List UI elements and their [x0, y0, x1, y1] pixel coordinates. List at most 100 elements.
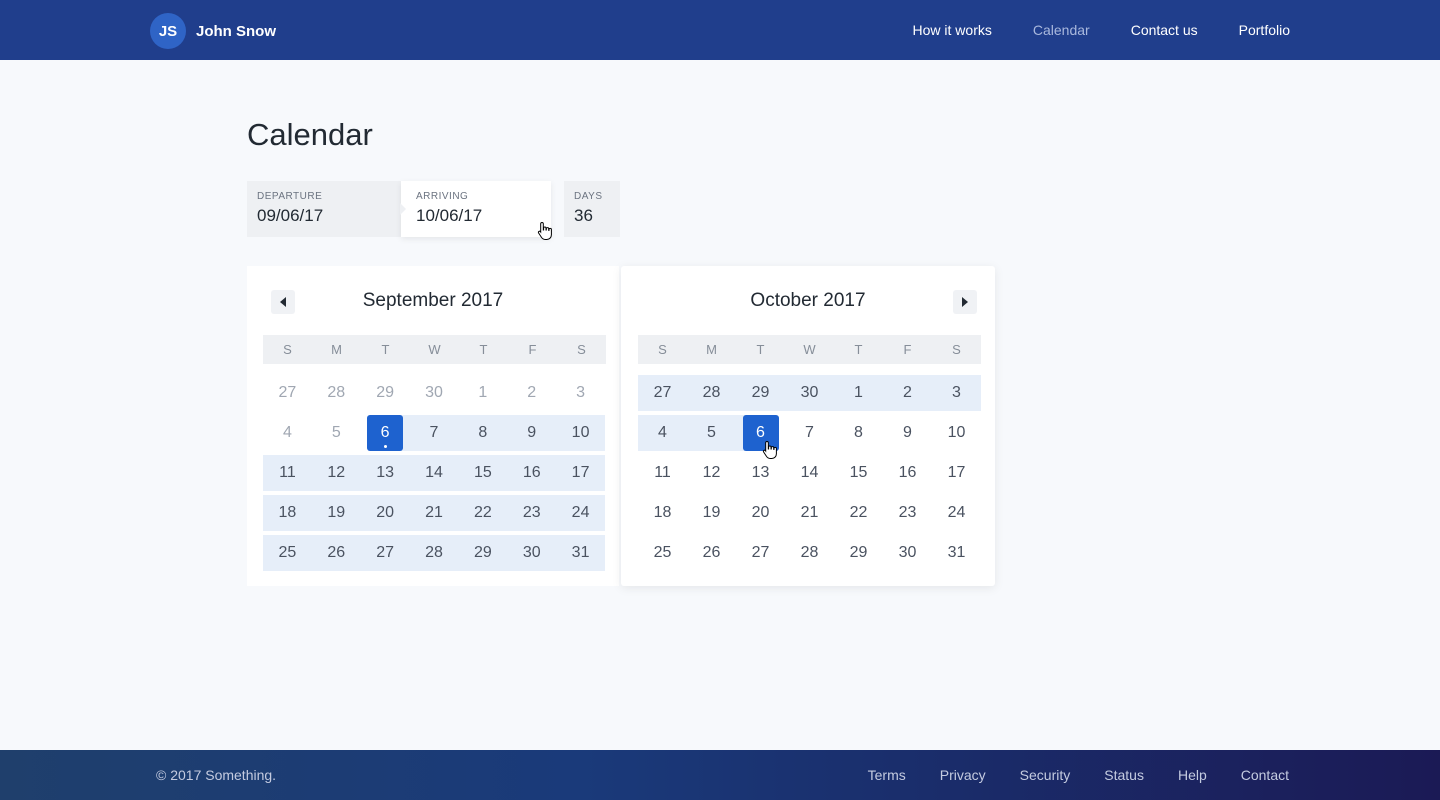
- day-cell[interactable]: 5: [687, 415, 736, 451]
- day-number: 28: [702, 384, 721, 401]
- day-number: 19: [327, 504, 346, 521]
- day-cell[interactable]: 17: [932, 455, 981, 491]
- day-cell[interactable]: 2: [883, 375, 932, 411]
- day-cell[interactable]: 11: [263, 455, 312, 491]
- day-cell[interactable]: 20: [361, 495, 410, 531]
- nav-calendar[interactable]: Calendar: [1033, 22, 1090, 38]
- day-number: 29: [751, 384, 770, 401]
- day-cell[interactable]: 27: [638, 375, 687, 411]
- day-cell[interactable]: 9: [507, 415, 556, 451]
- footer-link-security[interactable]: Security: [1020, 767, 1071, 783]
- day-cell[interactable]: 10: [556, 415, 605, 451]
- day-cell[interactable]: 5: [312, 415, 361, 451]
- day-cell[interactable]: 19: [312, 495, 361, 531]
- day-cell[interactable]: 4: [263, 415, 312, 451]
- day-cell[interactable]: 11: [638, 455, 687, 491]
- day-cell[interactable]: 7: [410, 415, 459, 451]
- brand[interactable]: JS John Snow: [150, 13, 276, 49]
- day-cell[interactable]: 12: [687, 455, 736, 491]
- weekday-header: SMTWTFS: [638, 335, 981, 364]
- day-cell[interactable]: 30: [410, 375, 459, 411]
- day-number: 11: [654, 464, 671, 481]
- weekday-label: S: [952, 342, 961, 357]
- footer-link-help[interactable]: Help: [1178, 767, 1207, 783]
- day-cell[interactable]: 15: [834, 455, 883, 491]
- day-cell[interactable]: 25: [638, 535, 687, 571]
- day-number: 27: [278, 384, 297, 401]
- day-cell[interactable]: 30: [507, 535, 556, 571]
- day-cell[interactable]: 16: [507, 455, 556, 491]
- nav-portfolio[interactable]: Portfolio: [1239, 22, 1290, 38]
- day-cell[interactable]: 26: [687, 535, 736, 571]
- day-cell[interactable]: 9: [883, 415, 932, 451]
- day-cell[interactable]: 17: [556, 455, 605, 491]
- day-cell[interactable]: 1: [834, 375, 883, 411]
- day-cell[interactable]: 18: [263, 495, 312, 531]
- month-title: October 2017: [750, 290, 866, 311]
- day-number: 3: [952, 384, 961, 401]
- day-cell[interactable]: 10: [932, 415, 981, 451]
- day-cell[interactable]: 21: [785, 495, 834, 531]
- day-cell[interactable]: 23: [507, 495, 556, 531]
- day-number: 22: [849, 504, 868, 521]
- day-cell[interactable]: 28: [312, 375, 361, 411]
- day-cell[interactable]: 16: [883, 455, 932, 491]
- day-cell[interactable]: 14: [410, 455, 459, 491]
- day-number: 8: [854, 424, 863, 441]
- day-cell[interactable]: 30: [785, 375, 834, 411]
- day-cell[interactable]: 27: [263, 375, 312, 411]
- day-cell[interactable]: 22: [458, 495, 507, 531]
- day-cell[interactable]: 29: [834, 535, 883, 571]
- day-cell[interactable]: 1: [458, 375, 507, 411]
- day-number: 8: [478, 424, 488, 441]
- footer-link-terms[interactable]: Terms: [868, 767, 906, 783]
- day-cell[interactable]: 30: [883, 535, 932, 571]
- next-month-button[interactable]: [953, 290, 977, 314]
- avatar: JS: [150, 13, 186, 49]
- day-cell[interactable]: 23: [883, 495, 932, 531]
- day-cell[interactable]: 24: [556, 495, 605, 531]
- day-cell[interactable]: 3: [932, 375, 981, 411]
- day-cell[interactable]: 7: [785, 415, 834, 451]
- day-cell[interactable]: 25: [263, 535, 312, 571]
- departure-field[interactable]: DEPARTURE 09/06/17: [247, 181, 401, 237]
- day-cell[interactable]: 28: [687, 375, 736, 411]
- day-cell[interactable]: 22: [834, 495, 883, 531]
- weekday-label: F: [528, 342, 537, 357]
- day-cell[interactable]: 13: [361, 455, 410, 491]
- day-cell[interactable]: 27: [361, 535, 410, 571]
- day-cell[interactable]: 29: [736, 375, 785, 411]
- weekday-label: T: [756, 342, 765, 357]
- day-cell[interactable]: 24: [932, 495, 981, 531]
- day-cell[interactable]: 3: [556, 375, 605, 411]
- day-cell[interactable]: 31: [556, 535, 605, 571]
- day-cell[interactable]: 12: [312, 455, 361, 491]
- day-cell[interactable]: 4: [638, 415, 687, 451]
- day-cell[interactable]: 26: [312, 535, 361, 571]
- nav-contact-us[interactable]: Contact us: [1131, 22, 1198, 38]
- day-cell[interactable]: 21: [410, 495, 459, 531]
- nav-how-it-works[interactable]: How it works: [913, 22, 992, 38]
- weekday-label: S: [658, 342, 667, 357]
- day-cell[interactable]: 18: [638, 495, 687, 531]
- day-cell[interactable]: 27: [736, 535, 785, 571]
- day-cell[interactable]: 28: [785, 535, 834, 571]
- arriving-field[interactable]: ARRIVING 10/06/17: [400, 181, 551, 237]
- footer-link-contact[interactable]: Contact: [1241, 767, 1289, 783]
- day-cell[interactable]: 13: [736, 455, 785, 491]
- day-cell[interactable]: 19: [687, 495, 736, 531]
- day-cell[interactable]: 29: [458, 535, 507, 571]
- day-cell[interactable]: 28: [410, 535, 459, 571]
- day-cell[interactable]: 8: [458, 415, 507, 451]
- footer-link-status[interactable]: Status: [1104, 767, 1144, 783]
- day-cell[interactable]: 8: [834, 415, 883, 451]
- day-number: 17: [947, 464, 966, 481]
- day-cell[interactable]: 29: [361, 375, 410, 411]
- day-cell[interactable]: 20: [736, 495, 785, 531]
- selected-day[interactable]: 6: [361, 415, 410, 451]
- day-cell[interactable]: 15: [458, 455, 507, 491]
- day-cell[interactable]: 31: [932, 535, 981, 571]
- day-cell[interactable]: 2: [507, 375, 556, 411]
- day-cell[interactable]: 14: [785, 455, 834, 491]
- footer-link-privacy[interactable]: Privacy: [940, 767, 986, 783]
